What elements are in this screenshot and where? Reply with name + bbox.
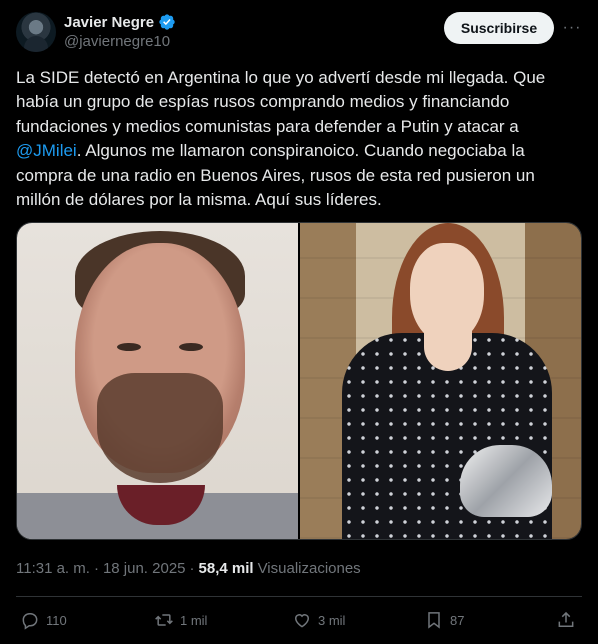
- tweet-meta: 11:31 a. m. · 18 jun. 2025 · 58,4 mil Vi…: [16, 560, 361, 577]
- like-button[interactable]: 3 mil: [292, 606, 345, 634]
- photo-man[interactable]: [17, 223, 298, 539]
- bookmark-count: 87: [450, 612, 465, 628]
- photo-detail: [179, 343, 203, 351]
- photo-detail: [117, 343, 141, 351]
- verified-badge-icon: [158, 13, 176, 31]
- meta-separator: ·: [93, 560, 99, 577]
- views-label: Visualizaciones: [257, 560, 361, 577]
- author-name-row: Javier Negre: [64, 13, 176, 31]
- author-handle[interactable]: @javiernegre10: [64, 33, 170, 50]
- avatar[interactable]: [16, 12, 56, 52]
- photo-detail: [460, 445, 552, 517]
- bookmark-icon: [428, 612, 440, 629]
- meta-separator: ·: [189, 560, 195, 577]
- media-grid: [16, 222, 582, 540]
- views-count: 58,4 mil: [198, 560, 254, 577]
- repost-icon: [155, 614, 173, 626]
- share-button[interactable]: [556, 606, 576, 634]
- photo-detail: [410, 243, 484, 343]
- author-display-name[interactable]: Javier Negre: [64, 14, 154, 31]
- reply-button[interactable]: 110: [20, 606, 67, 634]
- share-icon: [558, 611, 574, 627]
- bookmark-button[interactable]: 87: [424, 606, 464, 634]
- tweet-text: La SIDE detectó en Argentina lo que yo a…: [16, 66, 582, 212]
- action-bar: 110 1 mil 3 mil 87: [16, 606, 582, 634]
- like-count: 3 mil: [318, 612, 346, 628]
- tweet-card: Javier Negre @javiernegre10 Suscribirse …: [0, 0, 598, 644]
- repost-count: 1 mil: [180, 612, 208, 628]
- tweet-time[interactable]: 11:31 a. m.: [16, 560, 90, 577]
- tweet-text-part: La SIDE detectó en Argentina lo que yo a…: [16, 68, 550, 136]
- subscribe-button[interactable]: Suscribirse: [444, 12, 554, 44]
- mention-link[interactable]: @JMilei: [16, 141, 77, 160]
- tweet-text-part: . Algunos me llamaron conspiranoico. Cua…: [16, 141, 540, 210]
- like-icon: [294, 614, 310, 628]
- tweet-date[interactable]: 18 jun. 2025: [103, 560, 186, 577]
- divider: [16, 596, 582, 597]
- reply-icon: [22, 613, 38, 630]
- reply-count: 110: [46, 612, 67, 628]
- repost-button[interactable]: 1 mil: [154, 606, 207, 634]
- photo-detail: [97, 373, 223, 483]
- photo-woman[interactable]: [300, 223, 581, 539]
- more-icon[interactable]: ···: [560, 16, 584, 40]
